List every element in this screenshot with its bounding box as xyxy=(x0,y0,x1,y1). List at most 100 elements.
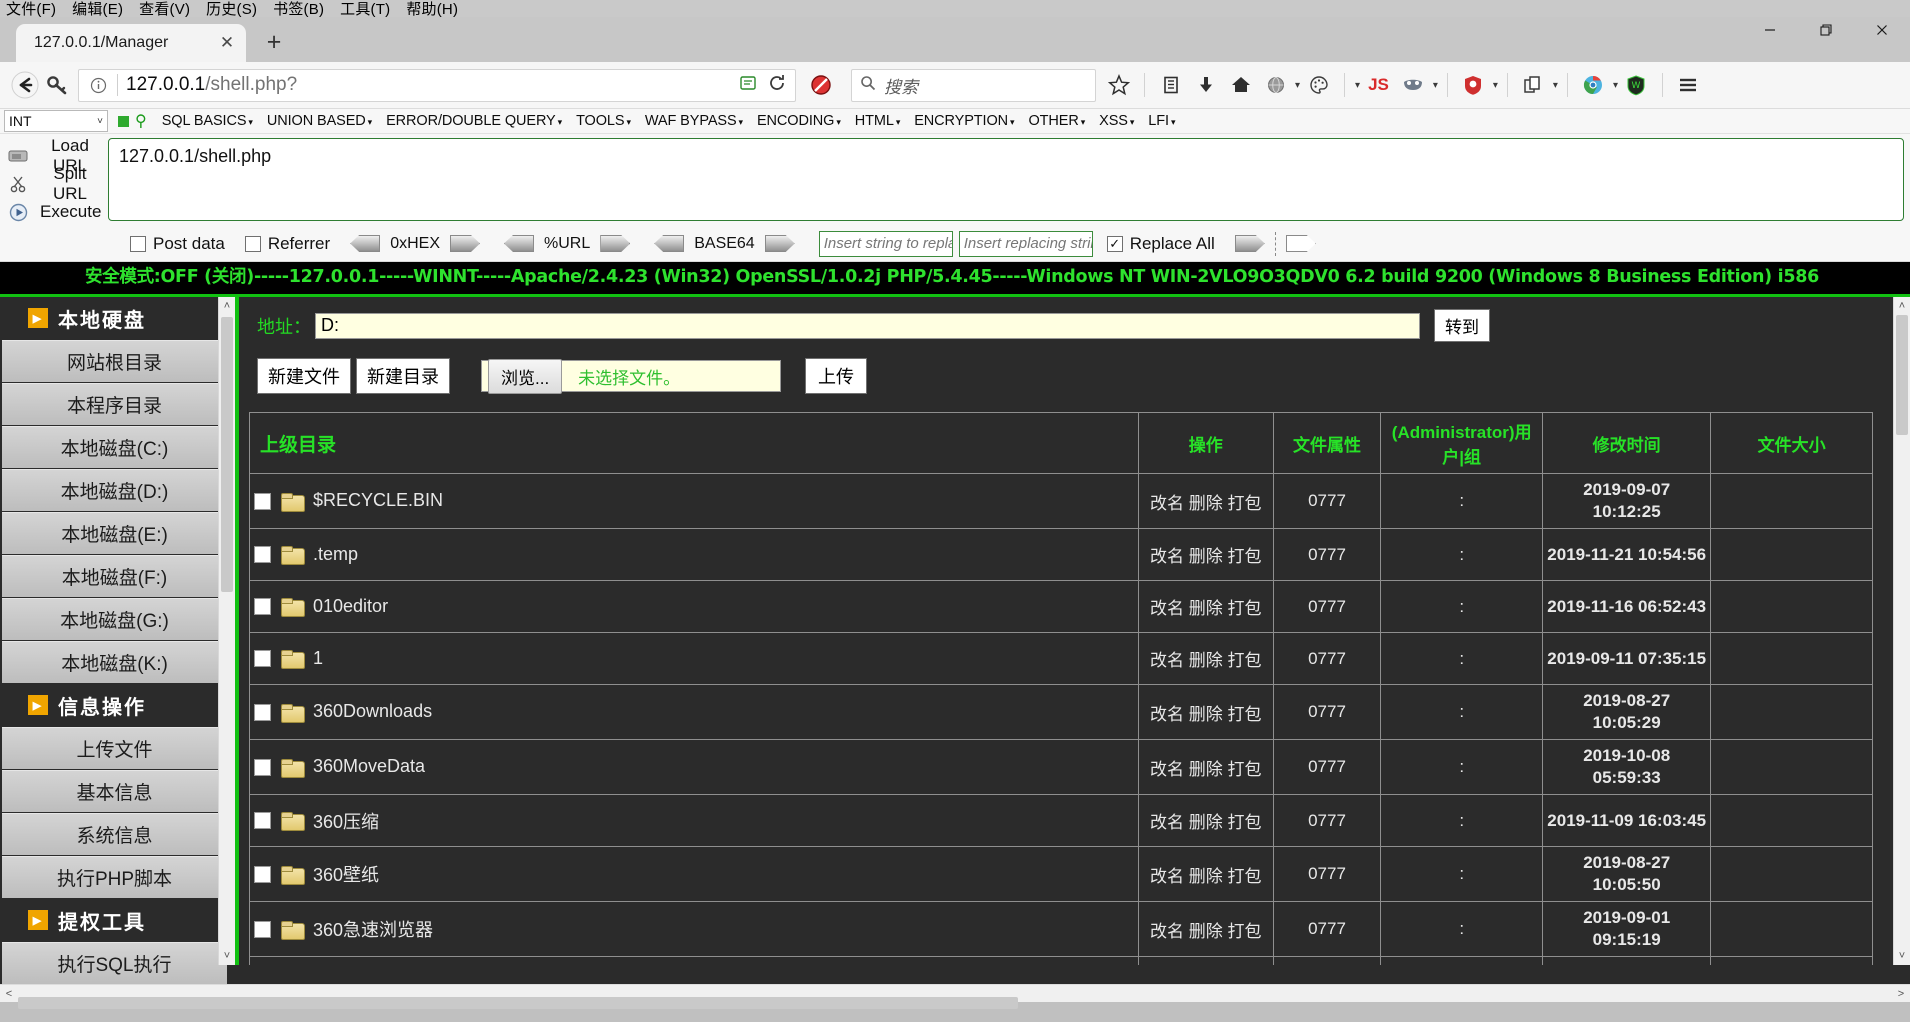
sidebar-item-disk-f[interactable]: 本地磁盘(F:) xyxy=(2,555,227,597)
file-chooser[interactable]: 浏览... 未选择文件。 xyxy=(481,358,781,394)
shield-caret-icon[interactable]: ▾ xyxy=(1493,80,1498,91)
hackbar-menu-encoding[interactable]: ENCODING ▾ xyxy=(750,113,848,129)
hackbar-menu-tools[interactable]: TOOLS ▾ xyxy=(569,113,638,129)
hackbar-menu-other[interactable]: OTHER ▾ xyxy=(1021,113,1092,129)
hscroll-right-icon[interactable]: ˃ xyxy=(1892,988,1910,1000)
menu-history[interactable]: 历史(S) xyxy=(206,0,257,19)
hackbar-plug-icon[interactable]: ⚲ xyxy=(135,111,147,131)
sidebar-item-program-dir[interactable]: 本程序目录 xyxy=(2,383,227,425)
file-name[interactable]: 360Downloads xyxy=(313,702,432,722)
search-bar[interactable]: 搜索 xyxy=(851,68,1096,102)
star-icon[interactable] xyxy=(1102,69,1135,102)
row-checkbox[interactable] xyxy=(254,812,271,829)
home-icon[interactable] xyxy=(1224,69,1257,102)
col-parent-dir[interactable]: 上级目录 xyxy=(249,412,1139,474)
replace-all-option[interactable]: ✓ Replace All xyxy=(1106,234,1215,254)
chrome-caret-icon[interactable]: ▾ xyxy=(1613,80,1618,91)
table-row[interactable]: 360极速浏览器下载 改名 删除 打包 0777 : 2019-12-05 10… xyxy=(249,956,1873,965)
row-checkbox[interactable] xyxy=(254,758,271,776)
row-operations[interactable]: 改名 删除 打包 xyxy=(1137,956,1274,965)
downloads-icon[interactable] xyxy=(1189,69,1222,102)
file-name[interactable]: 010editor xyxy=(313,596,388,616)
replace-with-input[interactable]: Insert replacing string xyxy=(958,230,1093,257)
file-name[interactable]: 360急速浏览器 xyxy=(313,920,433,940)
row-operations[interactable]: 改名 删除 打包 xyxy=(1137,473,1274,529)
reader-icon[interactable] xyxy=(739,74,757,97)
url-encode-arrow-icon[interactable] xyxy=(600,235,631,252)
hackbar-menu-html[interactable]: HTML ▾ xyxy=(848,113,908,129)
menu-tools[interactable]: 工具(T) xyxy=(340,0,390,19)
scroll-down-icon[interactable]: ˅ xyxy=(219,947,235,965)
row-operations[interactable]: 改名 删除 打包 xyxy=(1137,580,1274,633)
replace-all-checkbox[interactable]: ✓ xyxy=(1106,235,1123,252)
sidebar-item-upload-file[interactable]: 上传文件 xyxy=(2,727,227,769)
go-button[interactable]: 转到 xyxy=(1434,309,1490,342)
new-file-button[interactable]: 新建文件 xyxy=(257,358,351,394)
hackbar-menu-waf-bypass[interactable]: WAF BYPASS ▾ xyxy=(638,113,750,129)
table-row[interactable]: 1 改名 删除 打包 0777 : 2019-09-11 07:35:15 xyxy=(249,632,1873,685)
file-name[interactable]: 360壁纸 xyxy=(313,865,379,885)
globe-account-icon[interactable] xyxy=(1259,69,1292,102)
new-dir-button[interactable]: 新建目录 xyxy=(356,358,450,394)
menu-edit[interactable]: 编辑(E) xyxy=(72,0,123,19)
table-row[interactable]: 360压缩 改名 删除 打包 0777 : 2019-11-09 16:03:4… xyxy=(249,794,1873,847)
tab-manager[interactable]: 127.0.0.1/Manager ✕ xyxy=(16,24,246,62)
menu-file[interactable]: 文件(F) xyxy=(6,0,56,19)
palette-icon[interactable] xyxy=(1302,69,1335,102)
overflow-caret-icon[interactable]: ▾ xyxy=(1355,80,1360,91)
file-name[interactable]: .temp xyxy=(313,544,358,564)
table-row[interactable]: 360Downloads 改名 删除 打包 0777 : 2019-08-27 … xyxy=(249,684,1873,740)
table-row[interactable]: 360壁纸 改名 删除 打包 0777 : 2019-08-27 10:05:5… xyxy=(249,846,1873,902)
row-checkbox[interactable] xyxy=(254,546,271,563)
referrer-option[interactable]: Referrer xyxy=(244,234,330,254)
row-operations[interactable]: 改名 删除 打包 xyxy=(1137,794,1274,847)
page-info-icon[interactable] xyxy=(87,77,109,94)
browse-button[interactable]: 浏览... xyxy=(488,358,563,394)
menu-help[interactable]: 帮助(H) xyxy=(406,0,458,19)
table-row[interactable]: 360MoveData 改名 删除 打包 0777 : 2019-10-08 0… xyxy=(249,739,1873,795)
maximize-icon[interactable] xyxy=(1798,17,1854,42)
row-operations[interactable]: 改名 删除 打包 xyxy=(1137,901,1274,957)
sidebar-item-disk-k[interactable]: 本地磁盘(K:) xyxy=(2,641,227,683)
reload-icon[interactable] xyxy=(767,73,787,98)
file-name[interactable]: 360压缩 xyxy=(313,812,379,832)
encoder-url[interactable]: %URL xyxy=(503,235,631,253)
sidebar-item-run-sql[interactable]: 执行SQL执行 xyxy=(2,942,227,984)
row-operations[interactable]: 改名 删除 打包 xyxy=(1137,739,1274,795)
search-input[interactable]: 搜索 xyxy=(884,73,918,98)
hackbar-url-textarea[interactable] xyxy=(108,138,1904,221)
upload-button[interactable]: 上传 xyxy=(805,358,867,394)
sidebar-item-web-root[interactable]: 网站根目录 xyxy=(2,340,227,382)
menu-bookmarks[interactable]: 书签(B) xyxy=(273,0,324,19)
hamburger-menu-icon[interactable] xyxy=(1672,69,1705,102)
table-row[interactable]: .temp 改名 删除 打包 0777 : 2019-11-21 10:54:5… xyxy=(249,528,1873,581)
wguard-icon[interactable]: W xyxy=(1620,69,1653,102)
tab-close-icon[interactable]: ✕ xyxy=(216,32,238,54)
back-icon[interactable] xyxy=(8,69,41,102)
hackbar-menu-encryption[interactable]: ENCRYPTION ▾ xyxy=(907,113,1021,129)
copy-icon[interactable] xyxy=(1517,69,1550,102)
shield-red-icon[interactable] xyxy=(1457,69,1490,102)
post-data-option[interactable]: Post data xyxy=(130,234,225,254)
url-bar[interactable]: 127.0.0.1/shell.php? xyxy=(78,68,796,102)
row-operations[interactable]: 改名 删除 打包 xyxy=(1137,528,1274,581)
execute-button[interactable]: Execute xyxy=(0,198,108,226)
copy-caret-icon[interactable]: ▾ xyxy=(1553,80,1558,91)
table-row[interactable]: 360急速浏览器 改名 删除 打包 0777 : 2019-09-01 09:1… xyxy=(249,901,1873,957)
table-row[interactable]: $RECYCLE.BIN 改名 删除 打包 0777 : 2019-09-07 … xyxy=(249,473,1873,529)
sidebar-item-disk-d[interactable]: 本地磁盘(D:) xyxy=(2,469,227,511)
sidebar-item-run-php[interactable]: 执行PHP脚本 xyxy=(2,856,227,898)
row-operations[interactable]: 改名 删除 打包 xyxy=(1137,684,1274,740)
hex-encode-arrow-icon[interactable] xyxy=(449,235,480,252)
row-checkbox[interactable] xyxy=(254,703,271,721)
encoder-hex[interactable]: 0xHEX xyxy=(350,235,480,253)
file-name[interactable]: $RECYCLE.BIN xyxy=(313,491,443,511)
close-icon[interactable] xyxy=(1854,17,1910,42)
replace-secondary-arrow-icon[interactable] xyxy=(1285,235,1316,252)
key-icon[interactable] xyxy=(41,69,74,102)
base64-decode-arrow-icon[interactable] xyxy=(654,235,685,252)
sidebar-scrollbar[interactable]: ˄ ˅ xyxy=(218,297,235,965)
page-scrollbar[interactable]: ˄ ˅ xyxy=(1893,297,1910,965)
replace-apply-arrow-icon[interactable] xyxy=(1234,235,1265,252)
hackbar-menu-sql-basics[interactable]: SQL BASICS ▾ xyxy=(155,113,260,129)
